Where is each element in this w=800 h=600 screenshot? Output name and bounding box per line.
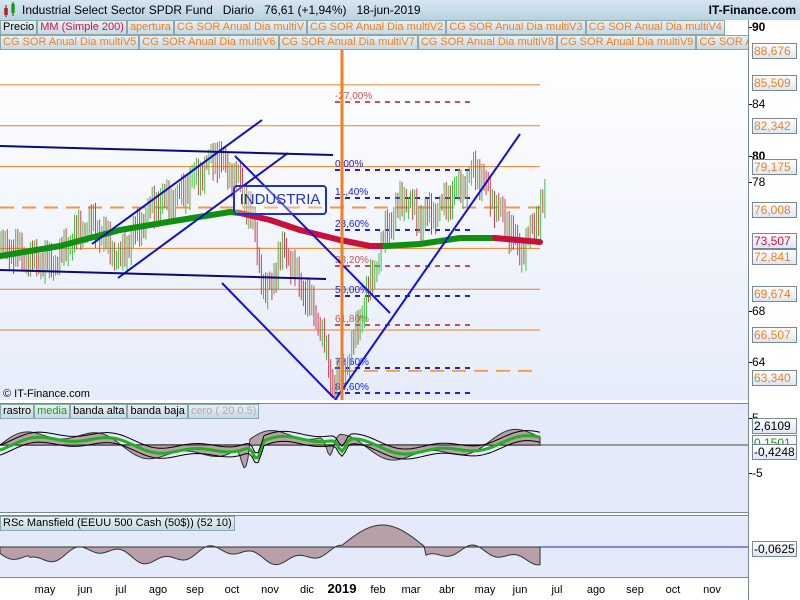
legend-item[interactable]: apertura — [126, 20, 174, 35]
moving-average-200 — [117, 217, 183, 233]
legend-item[interactable]: CG SOR Anual Dia multiV3 — [446, 20, 586, 35]
price-level-label: 82,342 — [752, 118, 797, 134]
title-bar: Industrial Select Sector SPDR Fund Diari… — [0, 0, 800, 20]
month-label: abr — [439, 584, 455, 596]
trendline — [221, 282, 335, 399]
month-label: jun — [512, 584, 528, 596]
month-label: 2019 — [327, 581, 357, 596]
price-level-label: 85,509 — [752, 75, 797, 91]
legend-item[interactable]: Precio — [0, 20, 38, 35]
fib-label: 0,00% — [335, 159, 363, 170]
price-axis: 90 84 80 78 68 64 88,676 85,509 82,342 79,175 76,0… — [748, 20, 800, 600]
month-label: sep — [186, 584, 204, 596]
legend-row-1: Precio MM (Simple 200) apertura CG SOR Anua… — [0, 20, 725, 35]
month-label: sep — [626, 584, 644, 596]
price-tick: 78 — [748, 174, 766, 189]
fib-label: 38,20% — [335, 255, 369, 266]
moving-average-200 — [382, 241, 423, 249]
price-tick: 90 — [748, 20, 766, 34]
legend-item[interactable]: CG SOR Anual Dia multiV8 — [417, 35, 558, 50]
month-label: mar — [401, 584, 421, 596]
month-label: nov — [261, 584, 279, 596]
oscillator-legend-item[interactable]: media — [34, 404, 71, 419]
site-name: IT-Finance.com — [708, 3, 796, 17]
time-axis: may jun jul ago sep oct nov dic 2019 feb mar abr may… — [0, 578, 748, 600]
copyright: © IT-Finance.com — [3, 388, 90, 400]
month-label: feb — [370, 584, 386, 596]
mansfield-pane[interactable]: RSc Mansfield (EEUU 500 Cash (50$)) (52 … — [0, 515, 748, 578]
legend-item[interactable]: MM (Simple 200) — [37, 20, 127, 35]
mansfield-legend: RSc Mansfield (EEUU 500 Cash (50$)) (52 … — [0, 516, 235, 531]
moving-average-200 — [267, 217, 303, 233]
oscillator-legend-item[interactable]: banda baja — [127, 404, 188, 419]
price-level-label: 79,175 — [752, 159, 797, 175]
legend-item[interactable]: CG SOR Anual Dia multiV7 — [278, 35, 418, 50]
price-level-label: 63,340 — [752, 370, 797, 386]
month-label: ago — [586, 584, 606, 596]
month-label: jul — [115, 584, 127, 596]
month-label: oct — [665, 584, 681, 596]
indicator-value-label: -0,4248 — [752, 444, 797, 460]
price-plot: -27,00%0,00%11,40%23,60%38,20%50,00%61,8… — [0, 50, 546, 400]
price-tick: 84 — [748, 97, 766, 112]
price-level-label: 76,008 — [752, 202, 797, 218]
fib-label: 11,40% — [335, 187, 368, 198]
moving-average-200 — [297, 227, 343, 243]
legend-item[interactable]: CG SOR Anual Dia multiV5 — [0, 35, 140, 50]
legend-item[interactable]: CG SOR Anual Dia multiV9 — [557, 35, 697, 50]
moving-average-200 — [492, 235, 543, 245]
month-label: may — [474, 584, 496, 596]
moving-average-200 — [57, 227, 123, 249]
month-label: may — [34, 584, 56, 596]
price-tick: 68 — [748, 303, 766, 318]
month-label: oct — [224, 584, 240, 596]
price-level-label: 72,841 — [752, 249, 797, 265]
legend-item[interactable]: CG SOR Anual Dia multiV2 — [307, 20, 447, 35]
month-label: ago — [148, 584, 168, 596]
oscillator-tick: -5 — [749, 466, 763, 480]
legend-item[interactable]: CG SOR Anual Dia multiV4 — [585, 20, 725, 35]
trendline — [0, 145, 334, 156]
period: Diario — [222, 3, 255, 17]
trendline — [334, 133, 521, 400]
oscillator-legend-item[interactable]: rastro — [0, 404, 35, 419]
month-label: nov — [703, 584, 721, 596]
oscillator-legend-item[interactable]: cero ( 20 0.5) — [187, 404, 260, 419]
date: 18-jun-2019 — [356, 3, 421, 17]
legend-row-2: CG SOR Anual Dia multiV5 CG SOR Anual Dia… — [0, 35, 796, 50]
price-tick: 64 — [748, 355, 766, 370]
candlestick-logo-icon — [4, 2, 15, 17]
price-chart[interactable]: -27,00% 0,00% 11,40% 23,60% 38,20% 50,00% 61,8… — [0, 50, 748, 400]
legend-item[interactable]: CG SOR Anual Dia multiV — [173, 20, 308, 35]
last-price: 76,61 (+1,94%) — [264, 3, 347, 17]
legend-item[interactable]: CG SOR Anual Dia multiV6 — [139, 35, 279, 50]
indicator-value-label: -0,0625 — [752, 541, 797, 557]
fib-label: 23,60% — [335, 219, 369, 230]
oscillator-plot — [0, 428, 748, 469]
month-label: dic — [299, 584, 315, 596]
moving-average-200 — [417, 235, 463, 247]
price-level-label: 69,674 — [752, 286, 797, 302]
price-level-label: 88,676 — [752, 43, 797, 59]
moving-average-200 — [337, 237, 373, 249]
indicator-value-label: 2,6109 — [752, 418, 797, 434]
month-label: jul — [551, 584, 563, 596]
oscillator-legend: rastro media banda alta banda baja cero ( 20… — [0, 404, 260, 419]
annotation-box[interactable]: INDUSTRIA — [233, 185, 327, 215]
month-label: jun — [77, 584, 93, 596]
instrument-name: Industrial Select Sector SPDR Fund — [22, 3, 213, 17]
price-level-label: 66,507 — [752, 327, 797, 343]
oscillator-legend-item[interactable]: banda alta — [70, 404, 128, 419]
price-level-label: 73,507 — [752, 233, 797, 249]
oscillator-pane[interactable]: rastro media banda alta banda baja cero ( 20… — [0, 403, 748, 513]
